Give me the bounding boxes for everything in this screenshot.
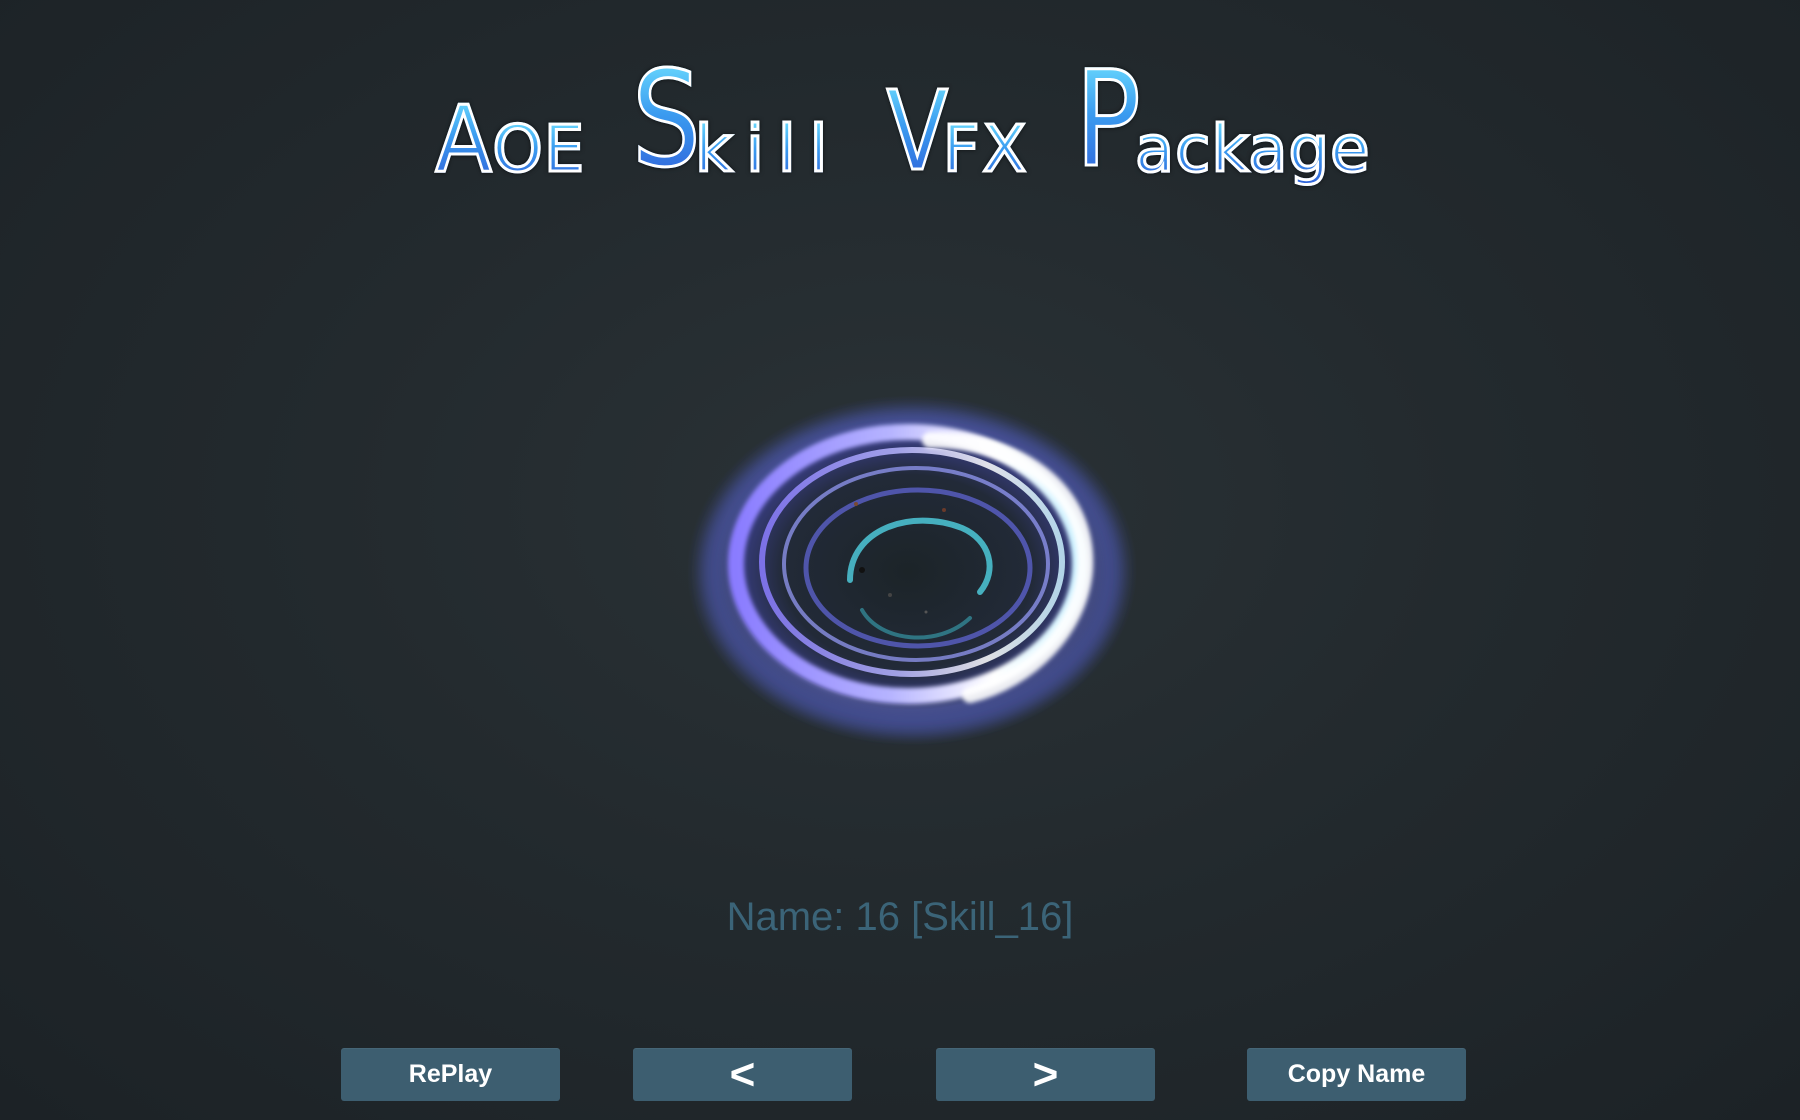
- title-letter: A: [434, 86, 493, 193]
- particle: [854, 502, 858, 506]
- title-letters: kill: [694, 113, 842, 187]
- copy-name-button[interactable]: Copy Name: [1247, 1048, 1466, 1101]
- replay-button[interactable]: RePlay: [341, 1048, 560, 1101]
- effect-name-label: Name: 16 [Skill_16]: [726, 895, 1074, 939]
- title-letter: V: [886, 67, 950, 195]
- title-word-package: P ackage: [1061, 43, 1371, 197]
- particle: [888, 593, 892, 597]
- previous-button[interactable]: <: [633, 1048, 852, 1101]
- title-word-aoe: A OE: [429, 86, 586, 193]
- particle: [859, 567, 865, 573]
- title-word-skill: S kill: [617, 43, 842, 197]
- title-letter: S: [631, 43, 702, 197]
- game-title: A OE S kill V FX P ackage: [0, 36, 1800, 197]
- title-letters: FX: [941, 113, 1030, 187]
- title-letters: ackage: [1133, 113, 1371, 187]
- next-button[interactable]: >: [936, 1048, 1155, 1101]
- title-letter: P: [1074, 43, 1142, 197]
- portal-effect-graphic: [687, 395, 1137, 745]
- skill-vfx-portal: [680, 380, 1160, 760]
- particle: [942, 508, 946, 512]
- title-word-vfx: V FX: [873, 67, 1030, 195]
- title-letters: OE: [491, 113, 586, 187]
- particle: [924, 610, 928, 614]
